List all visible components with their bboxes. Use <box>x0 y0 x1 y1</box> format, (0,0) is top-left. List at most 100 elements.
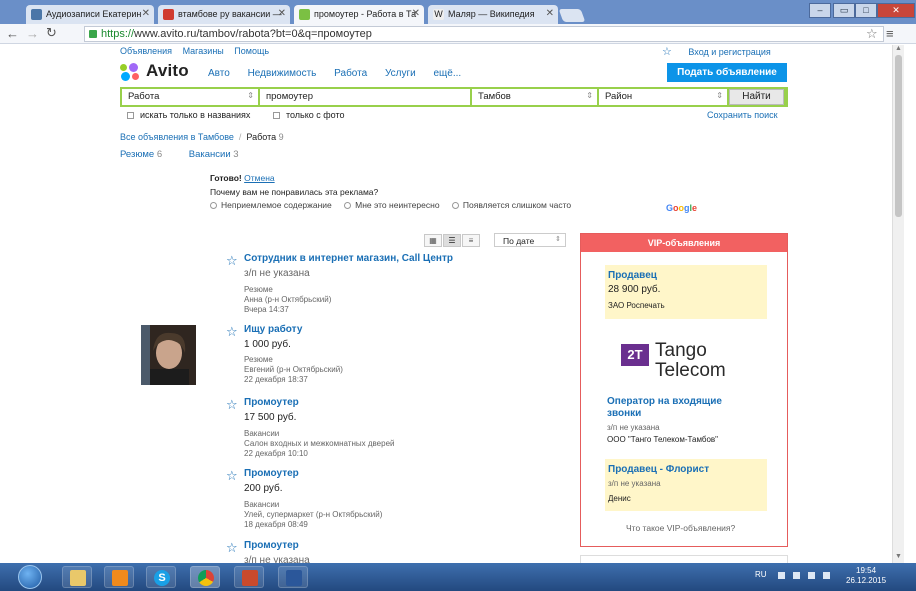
list-item: ☆ Ищу работу 1 000 руб. Резюме Евгений (… <box>226 324 566 390</box>
close-icon[interactable]: ✕ <box>546 8 554 19</box>
tab-audio[interactable]: Аудиозаписи Екатерин ✕ <box>26 5 154 24</box>
sort-select[interactable]: По дате ⇕ <box>494 233 566 247</box>
listing-date: 18 декабря 08:49 <box>244 520 308 529</box>
tango-telecom-logo[interactable]: 2T Tango Telecom <box>619 338 769 386</box>
minimize-button[interactable]: – <box>809 3 831 18</box>
ad-feedback: Готово! Отмена Почему вам не понравилась… <box>210 173 571 210</box>
category-vacancies[interactable]: Вакансии 3 <box>189 149 239 160</box>
forward-arrow-icon[interactable]: → <box>26 26 39 41</box>
reload-icon[interactable]: ↻ <box>46 25 57 41</box>
tab-wikipedia[interactable]: W Маляр — Википедия ✕ <box>428 5 558 24</box>
explorer-taskbar-button[interactable] <box>62 566 92 588</box>
favorite-star-icon[interactable]: ☆ <box>226 253 238 269</box>
vip-ad-operator[interactable]: Оператор на входящие звонки з/п не указа… <box>607 396 757 444</box>
app-taskbar-button[interactable] <box>234 566 264 588</box>
close-icon[interactable]: ✕ <box>412 8 420 19</box>
nav-auto[interactable]: Авто <box>208 68 230 79</box>
feedback-option-too-often[interactable]: Появляется слишком часто <box>451 200 571 210</box>
feedback-cancel-link[interactable]: Отмена <box>244 173 275 183</box>
window-close-button[interactable]: ✕ <box>877 3 915 18</box>
media-taskbar-button[interactable] <box>104 566 134 588</box>
scroll-down-icon[interactable]: ▼ <box>895 553 902 560</box>
word-icon <box>286 570 302 586</box>
listing-category: Вакансии <box>244 429 280 438</box>
vip-ad-title[interactable]: Оператор на входящие звонки <box>607 396 757 420</box>
clock-time: 19:54 <box>856 566 877 575</box>
district-select[interactable]: Район ⇕ <box>599 89 727 105</box>
grid-view-icon[interactable]: ▦ <box>424 234 442 247</box>
nav-services[interactable]: Услуги <box>385 68 416 79</box>
back-arrow-icon[interactable]: ← <box>6 26 19 41</box>
volume-icon[interactable] <box>793 572 800 579</box>
link-ads[interactable]: Объявления <box>120 46 172 56</box>
vip-ad-price: 28 900 руб. <box>608 284 661 295</box>
vip-ad-florist[interactable]: Продавец - Флорист з/п не указана Денис <box>605 459 767 511</box>
listing-title[interactable]: Ищу работу <box>244 324 302 335</box>
link-shops[interactable]: Магазины <box>183 46 224 56</box>
word-taskbar-button[interactable] <box>278 566 308 588</box>
feedback-option-inappropriate[interactable]: Неприемлемое содержание <box>210 200 332 210</box>
favorites-star-icon[interactable]: ☆ <box>662 46 672 58</box>
feedback-option-uninteresting[interactable]: Мне это неинтересно <box>344 200 440 210</box>
favorite-star-icon[interactable]: ☆ <box>226 540 238 556</box>
nav-realty[interactable]: Недвижимость <box>248 68 317 79</box>
scroll-thumb[interactable] <box>895 55 902 217</box>
bookmark-star-icon[interactable]: ☆ <box>866 26 878 42</box>
listing-title[interactable]: Промоутер <box>244 468 299 479</box>
login-link[interactable]: Вход и регистрация <box>688 47 770 57</box>
scroll-up-icon[interactable]: ▲ <box>895 45 902 52</box>
clock[interactable]: 19:54 26.12.2015 <box>846 566 886 586</box>
select-arrows-icon: ⇕ <box>586 91 593 100</box>
listing-title[interactable]: Сотрудник в интернет магазин, Call Центр <box>244 253 453 264</box>
user-button[interactable]: ▭ <box>833 3 855 18</box>
search-options: искать только в названиях только с фото <box>127 110 345 120</box>
find-button[interactable]: Найти <box>729 89 784 105</box>
tab-vtambove[interactable]: втамбове ру вакансии — ✕ <box>158 5 290 24</box>
compact-view-icon[interactable]: ≡ <box>462 234 480 247</box>
list-view-icon[interactable]: ☰ <box>443 234 461 247</box>
flag-icon[interactable] <box>823 572 830 579</box>
url-input[interactable]: https://www.avito.ru/tambov/rabota?bt=0&… <box>84 26 884 42</box>
listing-photo[interactable] <box>141 325 196 385</box>
start-button[interactable] <box>18 565 42 589</box>
chrome-taskbar-button[interactable] <box>190 566 220 588</box>
vip-ad-seller[interactable]: Продавец 28 900 руб. ЗАО Роспечать <box>605 265 767 319</box>
save-search-link[interactable]: Сохранить поиск <box>707 110 778 120</box>
close-icon[interactable]: ✕ <box>278 8 286 19</box>
what-is-vip-link[interactable]: Что такое VIP-объявления? <box>626 523 735 533</box>
search-input[interactable]: промоутер <box>260 89 470 105</box>
language-indicator[interactable]: RU <box>755 570 767 579</box>
network-icon[interactable] <box>808 572 815 579</box>
lock-icon <box>89 30 97 38</box>
search-query: промоутер <box>266 91 313 102</box>
vip-ad-company: Денис <box>608 494 631 503</box>
link-help[interactable]: Помощь <box>234 46 269 56</box>
listing-date: 22 декабря 18:37 <box>244 375 308 384</box>
listing-title[interactable]: Промоутер <box>244 397 299 408</box>
post-ad-button[interactable]: Подать объявление <box>667 63 787 82</box>
breadcrumb-all-link[interactable]: Все объявления в Тамбове <box>120 132 234 142</box>
tab-avito[interactable]: промоутер - Работа в Та ✕ <box>294 5 424 24</box>
vip-ad-title[interactable]: Продавец - Флорист <box>608 464 709 475</box>
breadcrumb: Все объявления в Тамбове / Работа 9 <box>120 132 284 142</box>
titles-only-checkbox[interactable]: искать только в названиях <box>127 110 250 120</box>
close-icon[interactable]: ✕ <box>142 8 150 19</box>
maximize-button[interactable]: □ <box>855 3 877 18</box>
nav-jobs[interactable]: Работа <box>334 68 367 79</box>
favorite-star-icon[interactable]: ☆ <box>226 324 238 340</box>
skype-taskbar-button[interactable]: S <box>146 566 176 588</box>
favorite-star-icon[interactable]: ☆ <box>226 468 238 484</box>
city-value: Тамбов <box>478 91 511 102</box>
photo-only-checkbox[interactable]: только с фото <box>272 110 345 120</box>
menu-icon[interactable]: ≡ <box>886 26 894 41</box>
tray-arrow-icon[interactable] <box>778 572 785 579</box>
vip-ad-title[interactable]: Продавец <box>608 270 657 281</box>
category-resume[interactable]: Резюме 6 <box>120 149 162 160</box>
new-tab-button[interactable] <box>558 9 586 22</box>
category-select[interactable]: Работа ⇕ <box>122 89 258 105</box>
page-scrollbar[interactable]: ▲ ▼ <box>892 45 904 563</box>
listing-title[interactable]: Промоутер <box>244 540 299 551</box>
favorite-star-icon[interactable]: ☆ <box>226 397 238 413</box>
nav-more[interactable]: ещё... <box>434 68 462 79</box>
city-select[interactable]: Тамбов ⇕ <box>472 89 597 105</box>
